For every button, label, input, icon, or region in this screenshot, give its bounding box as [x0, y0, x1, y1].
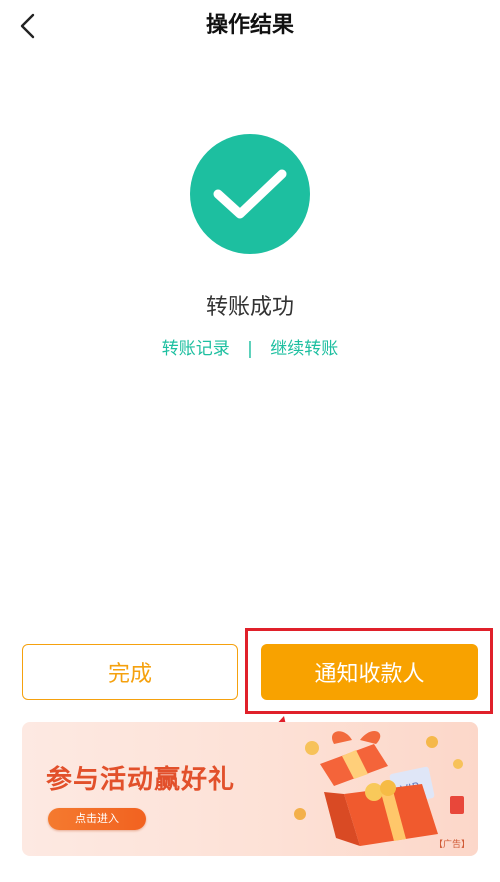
ad-label: 【广告】 — [433, 840, 470, 850]
success-icon — [190, 134, 310, 254]
promo-banner[interactable]: VIP 参与活动赢好礼 点击进入 【广告】 — [22, 722, 478, 856]
banner-title: 参与活动赢好礼 — [46, 765, 236, 795]
link-separator: | — [247, 339, 253, 359]
done-button[interactable]: 完成 — [22, 644, 238, 700]
top-nav-bar: 操作结果 — [0, 0, 500, 54]
status-text: 转账成功 — [205, 295, 294, 320]
notify-payee-button[interactable]: 通知收款人 — [261, 644, 478, 700]
check-icon — [213, 169, 287, 219]
gift-box-icon: VIP — [294, 731, 464, 846]
banner-enter-button[interactable]: 点击进入 — [48, 808, 146, 830]
result-links: 转账记录 | 继续转账 — [0, 336, 500, 362]
continue-transfer-link[interactable]: 继续转账 — [270, 339, 338, 359]
page-title: 操作结果 — [205, 13, 294, 38]
transfer-records-link[interactable]: 转账记录 — [162, 339, 230, 359]
